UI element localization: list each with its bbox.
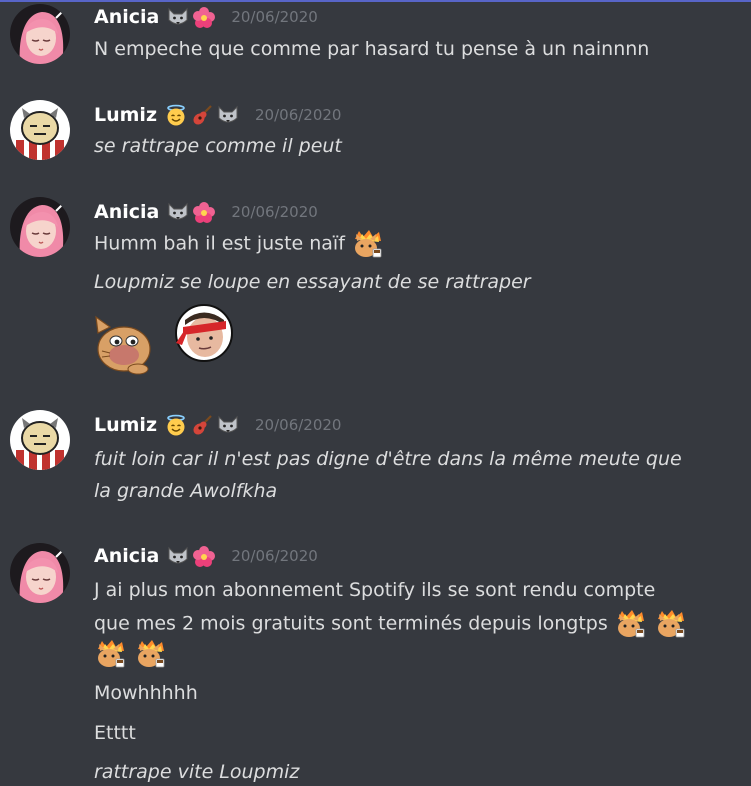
message-text: fuit loin car il n'est pas digne d'être … bbox=[94, 448, 682, 470]
cat-pepe-emoji-icon[interactable] bbox=[94, 311, 156, 375]
cat-fire-emoji-icon[interactable] bbox=[613, 609, 648, 639]
message-line bbox=[94, 639, 169, 671]
wolf-emoji-icon bbox=[168, 8, 188, 25]
message-header: Anicia 20/06/2020 bbox=[94, 199, 318, 225]
avatar-lumiz[interactable] bbox=[10, 410, 70, 470]
message-header: Anicia 20/06/2020 bbox=[94, 543, 318, 569]
avatar-anicia[interactable] bbox=[10, 4, 70, 64]
angel-smiley-emoji-icon bbox=[166, 414, 186, 436]
wolf-emoji-icon bbox=[168, 203, 188, 220]
cat-fire-emoji-icon[interactable] bbox=[653, 609, 688, 639]
guitar-emoji-icon bbox=[191, 104, 213, 126]
wolf-emoji-icon bbox=[168, 547, 188, 564]
hibiscus-emoji-icon bbox=[193, 202, 216, 223]
cat-fire-emoji-icon[interactable] bbox=[134, 639, 169, 669]
cat-fire-emoji-icon[interactable] bbox=[94, 639, 128, 669]
headband-man-emoji-icon[interactable] bbox=[174, 303, 236, 365]
user-badges bbox=[165, 414, 239, 436]
user-badges bbox=[167, 201, 216, 223]
angel-smiley-emoji-icon bbox=[166, 104, 186, 126]
message-text: que mes 2 mois gratuits sont terminés de… bbox=[94, 612, 608, 635]
cat-fire-emoji-icon[interactable] bbox=[350, 229, 385, 259]
message-text: Mowhhhhh bbox=[94, 682, 198, 704]
message-text: rattrape vite Loupmiz bbox=[94, 761, 300, 783]
username[interactable]: Anicia bbox=[94, 201, 159, 223]
message-text: Etttt bbox=[94, 722, 136, 744]
wolf-emoji-icon bbox=[218, 416, 238, 433]
username[interactable]: Lumiz bbox=[94, 414, 157, 436]
message-header: Lumiz 20/06/2020 bbox=[94, 412, 341, 438]
hibiscus-emoji-icon bbox=[193, 7, 216, 28]
user-badges bbox=[167, 6, 216, 28]
avatar-lumiz[interactable] bbox=[10, 100, 70, 160]
user-badges bbox=[167, 545, 216, 567]
guitar-emoji-icon bbox=[191, 414, 213, 436]
timestamp: 20/06/2020 bbox=[231, 547, 318, 565]
timestamp: 20/06/2020 bbox=[255, 416, 342, 434]
message-text: Loupmiz se loupe en essayant de se rattr… bbox=[94, 271, 531, 293]
avatar-anicia[interactable] bbox=[10, 543, 70, 603]
timestamp: 20/06/2020 bbox=[231, 203, 318, 221]
avatar-anicia[interactable] bbox=[10, 197, 70, 257]
message-text: N empeche que comme par hasard tu pense … bbox=[94, 38, 650, 60]
chat-messages[interactable]: Anicia 20/06/2020 N empeche que comme pa… bbox=[0, 0, 751, 786]
message-text: se rattrape comme il peut bbox=[94, 135, 342, 157]
username[interactable]: Anicia bbox=[94, 6, 159, 28]
username[interactable]: Anicia bbox=[94, 545, 159, 567]
message-header: Lumiz 20/06/2020 bbox=[94, 102, 341, 128]
message-text: la grande Awolfkha bbox=[94, 480, 278, 502]
user-badges bbox=[165, 104, 239, 126]
message-header: Anicia 20/06/2020 bbox=[94, 4, 318, 30]
timestamp: 20/06/2020 bbox=[231, 8, 318, 26]
wolf-emoji-icon bbox=[218, 106, 238, 123]
message-line: Humm bah il est juste naïf bbox=[94, 229, 385, 259]
timestamp: 20/06/2020 bbox=[255, 106, 342, 124]
hibiscus-emoji-icon bbox=[193, 546, 216, 567]
message-text: J ai plus mon abonnement Spotify ils se … bbox=[94, 579, 656, 601]
username[interactable]: Lumiz bbox=[94, 104, 157, 126]
message-text: Humm bah il est juste naïf bbox=[94, 232, 345, 255]
message-line: que mes 2 mois gratuits sont terminés de… bbox=[94, 609, 688, 639]
